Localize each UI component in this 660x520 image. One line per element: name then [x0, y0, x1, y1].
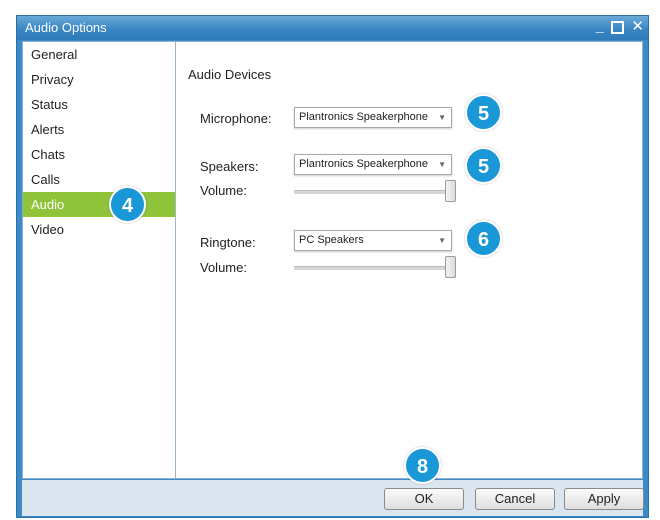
title-bar[interactable]: Audio Options _ ✕: [17, 16, 648, 40]
sidebar: General Privacy Status Alerts Chats Call…: [23, 42, 176, 478]
slider-track: [294, 190, 456, 194]
speakers-volume-label: Volume:: [200, 183, 247, 198]
sidebar-item-chats[interactable]: Chats: [23, 142, 175, 167]
speakers-value: Plantronics Speakerphone: [299, 158, 429, 170]
ringtone-volume-slider[interactable]: [294, 256, 456, 278]
close-button[interactable]: ✕: [631, 18, 644, 36]
ok-button[interactable]: OK: [384, 488, 464, 510]
ringtone-label: Ringtone:: [200, 235, 256, 250]
window-title: Audio Options: [25, 20, 107, 35]
chevron-down-icon: ▼: [438, 236, 446, 245]
slider-track: [294, 266, 456, 270]
minimize-button[interactable]: _: [596, 18, 604, 36]
speakers-dropdown[interactable]: Plantronics Speakerphone ▼: [294, 154, 452, 175]
cancel-button[interactable]: Cancel: [475, 488, 555, 510]
speakers-volume-slider[interactable]: [294, 180, 456, 202]
audio-options-window: Audio Options _ ✕ General Privacy Status…: [16, 15, 649, 518]
ringtone-value: PC Speakers: [299, 234, 364, 246]
audio-settings-panel: Audio Devices Microphone: Plantronics Sp…: [176, 42, 642, 478]
sidebar-item-privacy[interactable]: Privacy: [23, 67, 175, 92]
callout-badge-ok: 8: [404, 447, 441, 484]
callout-badge-audio: 4: [109, 186, 146, 223]
sidebar-item-calls[interactable]: Calls: [23, 167, 175, 192]
sidebar-item-video[interactable]: Video: [23, 217, 175, 242]
sidebar-item-audio[interactable]: Audio: [23, 192, 175, 217]
speakers-label: Speakers:: [200, 159, 259, 174]
callout-badge-ringtone: 6: [465, 220, 502, 257]
maximize-button[interactable]: [611, 18, 624, 39]
maximize-icon: [611, 21, 624, 34]
microphone-value: Plantronics Speakerphone: [299, 111, 429, 123]
ringtone-volume-label: Volume:: [200, 260, 247, 275]
callout-badge-speakers: 5: [465, 147, 502, 184]
microphone-dropdown[interactable]: Plantronics Speakerphone ▼: [294, 107, 452, 128]
dialog-footer: OK Cancel Apply: [22, 480, 644, 516]
sidebar-item-general[interactable]: General: [23, 42, 175, 67]
microphone-label: Microphone:: [200, 111, 272, 126]
sidebar-item-status[interactable]: Status: [23, 92, 175, 117]
ringtone-dropdown[interactable]: PC Speakers ▼: [294, 230, 452, 251]
apply-button[interactable]: Apply: [564, 488, 644, 510]
chevron-down-icon: ▼: [438, 160, 446, 169]
client-area: General Privacy Status Alerts Chats Call…: [22, 41, 643, 479]
callout-badge-microphone: 5: [465, 94, 502, 131]
chevron-down-icon: ▼: [438, 113, 446, 122]
section-title: Audio Devices: [188, 67, 272, 82]
slider-thumb[interactable]: [445, 180, 456, 202]
sidebar-item-alerts[interactable]: Alerts: [23, 117, 175, 142]
slider-thumb[interactable]: [445, 256, 456, 278]
